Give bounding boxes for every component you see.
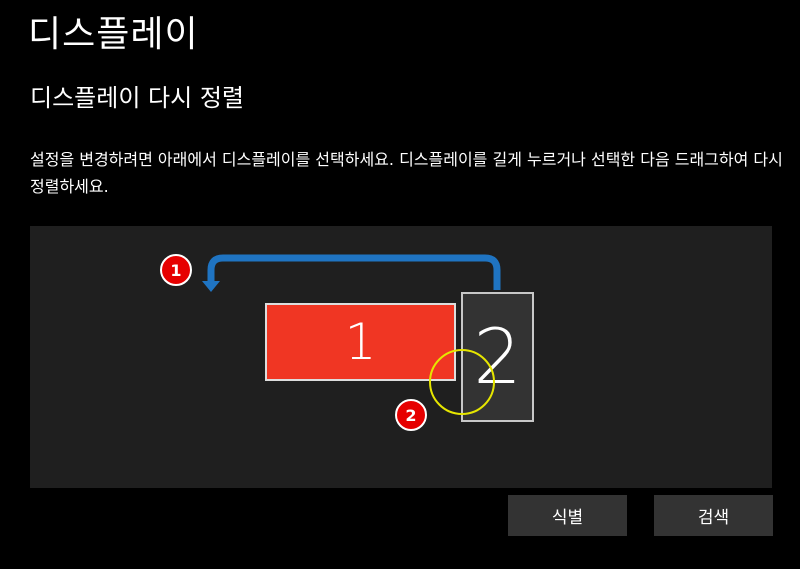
section-title: 디스플레이 다시 정렬 bbox=[30, 84, 244, 112]
instruction-text: 설정을 변경하려면 아래에서 디스플레이를 선택하세요. 디스플레이를 길게 누… bbox=[30, 150, 783, 196]
arrow-head-icon bbox=[202, 281, 220, 292]
step-1-badge-icon bbox=[160, 254, 192, 286]
display-settings-page: 디스플레이 디스플레이 다시 정렬 설정을 변경하려면 아래에서 디스플레이를 … bbox=[0, 0, 800, 569]
monitor-1-tile[interactable]: 1 bbox=[265, 303, 456, 381]
identify-button[interactable]: 식별 bbox=[508, 495, 627, 536]
display-arrangement-canvas[interactable]: 1 2 1 2 bbox=[30, 226, 772, 488]
monitor-1-number: 1 bbox=[344, 313, 377, 371]
monitor-2-tile[interactable]: 2 bbox=[461, 292, 534, 422]
monitor-2-number: 2 bbox=[473, 312, 522, 401]
detect-button[interactable]: 검색 bbox=[654, 495, 773, 536]
drag-arrow-icon bbox=[207, 254, 501, 290]
page-title: 디스플레이 bbox=[28, 14, 199, 55]
step-2-badge-label: 2 bbox=[405, 406, 416, 425]
step-2-badge-icon bbox=[395, 399, 427, 431]
step-1-badge-label: 1 bbox=[170, 261, 181, 280]
